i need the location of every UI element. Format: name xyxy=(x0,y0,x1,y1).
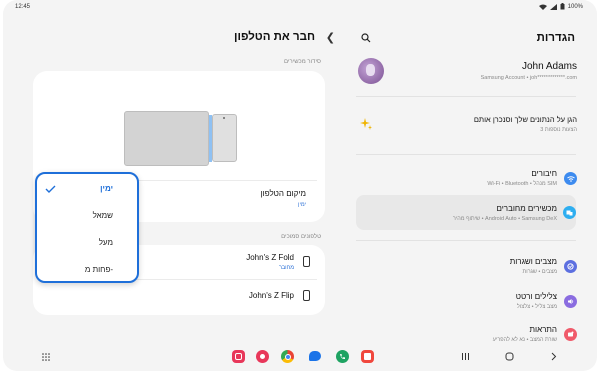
tablet-illustration[interactable] xyxy=(124,111,209,166)
nearby-phones-label: טלפונים סמוכים xyxy=(281,234,321,240)
navigation-bar xyxy=(3,341,597,371)
profile-row[interactable]: John Adams Samsung Account • joh********… xyxy=(346,56,586,88)
battery-percent: 100% xyxy=(567,3,583,10)
settings-title: הגדרות xyxy=(536,32,575,44)
device-status: מחובר xyxy=(278,265,294,271)
camera-app-icon[interactable] xyxy=(232,350,245,363)
promo-row[interactable]: הגן על הנתונים שלך וסנכרן אותם 3 הצעות נ… xyxy=(346,110,586,140)
item-title: מצבים ושגרות xyxy=(509,257,557,266)
profile-sub: Samsung Account • joh*************.com xyxy=(480,75,577,81)
option-label: שמאל xyxy=(92,211,113,220)
item-sub: שיתוף מהיר • Android Auto • Samsung DeX xyxy=(452,216,557,222)
sound-icon xyxy=(564,295,577,308)
notes-app-icon[interactable] xyxy=(361,350,374,363)
wifi-status-icon xyxy=(538,4,547,10)
back-nav-icon[interactable] xyxy=(549,352,558,361)
device-row-flip[interactable]: John's Z Flip xyxy=(33,280,325,315)
phone-illustration[interactable] xyxy=(212,114,237,162)
option-above[interactable]: מעל xyxy=(37,229,137,256)
status-time: 12:45 xyxy=(15,4,31,10)
option-label: פחות מ- xyxy=(84,265,113,274)
device-name: John's Z Flip xyxy=(248,291,294,300)
item-sub: Wi-Fi • Bluetooth • מנהל SIM xyxy=(487,181,557,187)
search-icon[interactable] xyxy=(361,33,371,43)
signal-icon xyxy=(549,3,557,10)
settings-item-sounds[interactable]: צלילים ורטט מצב צליל • צלצול xyxy=(346,287,586,317)
device-name: John's Z Fold xyxy=(246,253,294,262)
chrome-app-icon[interactable] xyxy=(281,350,294,363)
arrange-label: סידור מכשירים xyxy=(283,59,321,65)
wifi-icon xyxy=(564,172,577,185)
status-bar: 12:45 100% xyxy=(3,0,597,14)
phone-icon xyxy=(303,256,310,267)
phone-position-title[interactable]: מיקום הטלפון xyxy=(261,189,306,198)
option-left[interactable]: שמאל xyxy=(37,202,137,229)
item-title: התראות xyxy=(529,325,558,334)
recents-icon[interactable] xyxy=(461,352,470,361)
back-button[interactable]: ❮ xyxy=(326,31,335,44)
gallery-app-icon[interactable] xyxy=(256,350,269,363)
settings-pane: הגדרות John Adams Samsung Account • joh*… xyxy=(346,14,586,343)
item-title: חיבורים xyxy=(531,169,557,178)
page-title: חבר את הטלפון xyxy=(234,31,315,43)
item-title: צלילים ורטט xyxy=(515,292,557,301)
modes-icon xyxy=(564,260,577,273)
phone-app-icon[interactable] xyxy=(336,350,349,363)
camera-dot-icon xyxy=(223,117,225,119)
option-label: ימין xyxy=(100,184,113,193)
checkmark-icon xyxy=(45,185,56,193)
profile-name: John Adams xyxy=(521,61,577,72)
messages-app-icon[interactable] xyxy=(309,350,322,363)
settings-item-connections[interactable]: חיבורים Wi-Fi • Bluetooth • מנהל SIM xyxy=(346,164,586,194)
promo-sub: 3 הצעות נוספות xyxy=(540,127,577,133)
promo-title: הגן על הנתונים שלך וסנכרן אותם xyxy=(473,115,577,124)
sparkle-icon xyxy=(360,118,372,130)
notifications-icon xyxy=(564,328,577,341)
option-right[interactable]: ימין xyxy=(37,174,137,202)
settings-item-modes[interactable]: מצבים ושגרות מצבים • שגרות xyxy=(346,252,586,282)
avatar xyxy=(358,58,384,84)
tablet-screen: 12:45 100% חבר את הטלפון ❮ סידור מכשירים… xyxy=(3,0,597,371)
connected-devices-icon xyxy=(563,206,576,219)
phone-position-dropdown: ימין שמאל מעל פחות מ- xyxy=(35,172,139,283)
option-label: מעל xyxy=(98,238,113,247)
item-sub: מצבים • שגרות xyxy=(522,269,558,275)
item-title: מכשירים מחוברים xyxy=(496,204,557,213)
home-icon[interactable] xyxy=(505,352,514,361)
battery-icon xyxy=(560,3,565,10)
apps-grid-icon[interactable] xyxy=(42,353,50,361)
option-below[interactable]: פחות מ- xyxy=(37,256,137,283)
phone-position-value: ימין xyxy=(298,202,306,208)
item-sub: מצב צליל • צלצול xyxy=(516,304,557,310)
settings-item-connected-devices[interactable]: מכשירים מחוברים שיתוף מהיר • Android Aut… xyxy=(356,195,576,230)
phone-icon xyxy=(303,290,310,301)
